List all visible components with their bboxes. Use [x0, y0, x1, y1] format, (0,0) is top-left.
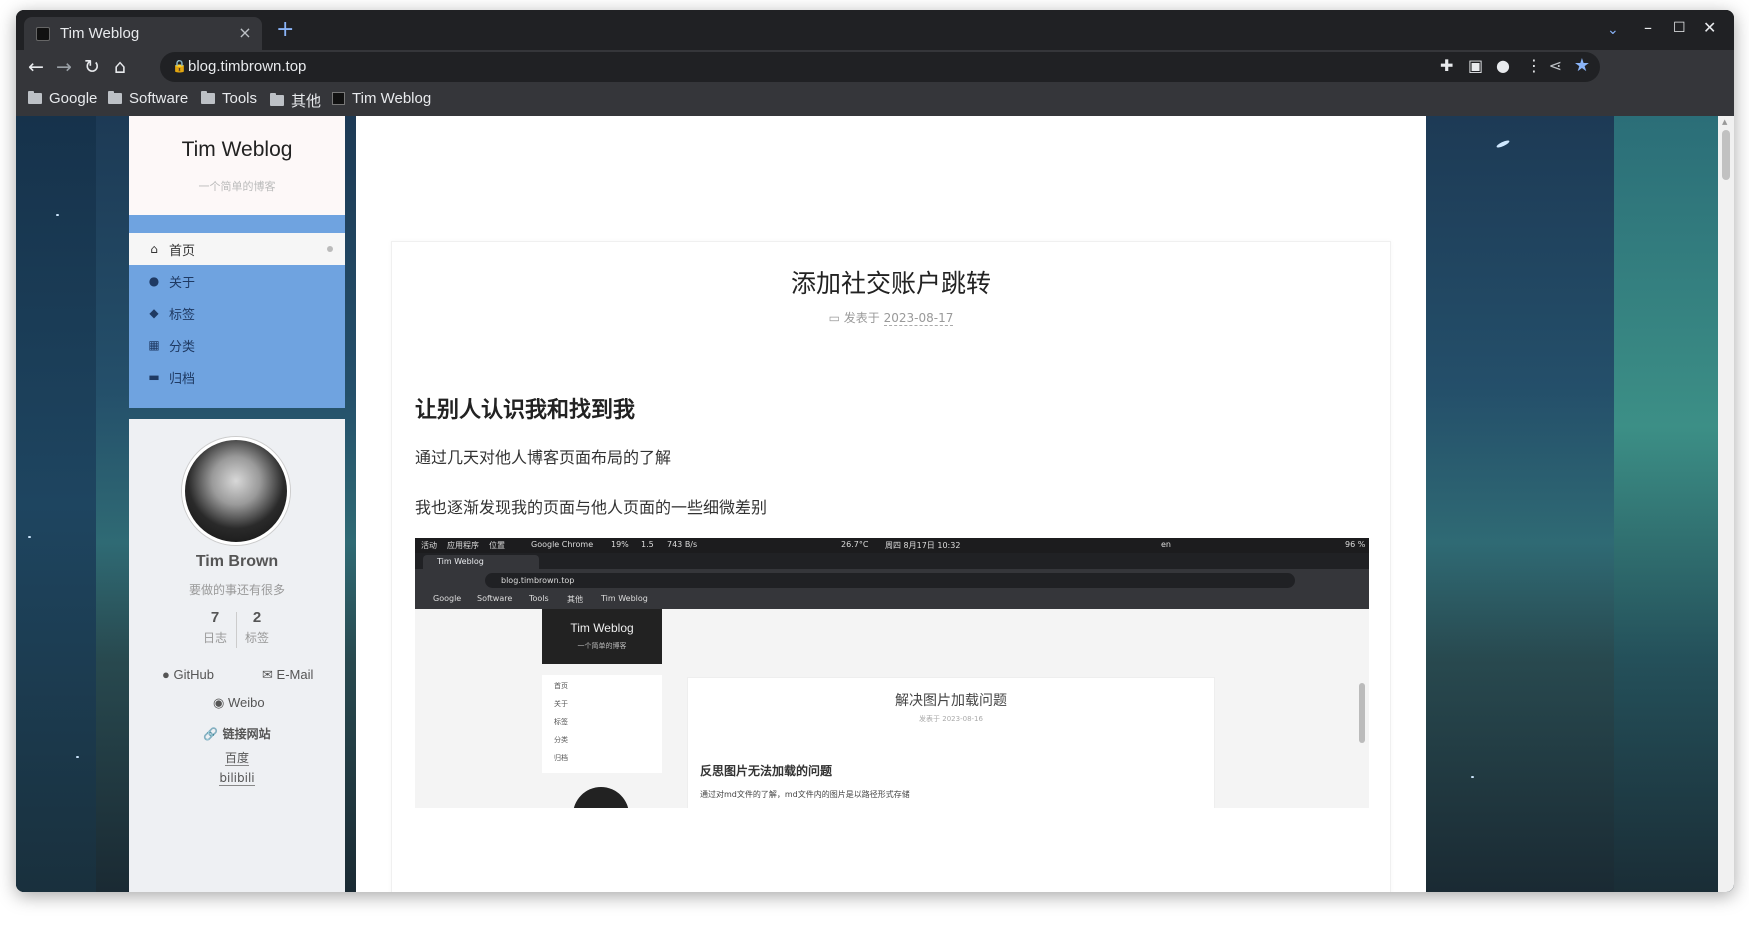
github-link[interactable]: ● GitHub [162, 667, 214, 682]
background-right [1614, 116, 1734, 892]
site-brand[interactable]: Tim Weblog 一个简单的博客 [129, 116, 345, 215]
image-toolbar: blog.timbrown.top [415, 569, 1369, 591]
profile-avatar-icon[interactable]: ● [1496, 56, 1510, 75]
tags-icon: ◆ [149, 306, 159, 320]
background-star [76, 756, 79, 758]
minimize-icon[interactable]: – [1644, 18, 1652, 37]
link-bilibili[interactable]: bilibili [129, 771, 345, 786]
post-paragraph: 我也逐渐发现我的页面与他人页面的一些细微差别 [415, 498, 768, 517]
site-subtitle: 一个简单的博客 [198, 180, 276, 193]
weibo-icon: ◉ [213, 695, 225, 710]
site-title[interactable]: Tim Weblog [129, 138, 345, 162]
post-article: 添加社交账户跳转 ▭ 发表于 2023-08-17 让别人认识我和找到我 通过几… [391, 241, 1391, 892]
favicon-icon [36, 27, 50, 41]
folder-icon [270, 93, 284, 106]
links-title: 🔗 链接网站 [203, 727, 271, 741]
grid-icon: ▦ [148, 338, 160, 352]
background-left [16, 116, 96, 892]
tab-close-icon[interactable]: × [236, 23, 254, 42]
home-icon[interactable]: ⌂ [108, 55, 132, 79]
reload-icon[interactable]: ↻ [80, 55, 104, 79]
share-icon[interactable]: ⋖ [1549, 56, 1562, 75]
mail-icon: ✉ [262, 667, 273, 682]
link-baidu[interactable]: 百度 [129, 749, 345, 766]
image-avatar [573, 787, 629, 808]
image-post: 解决图片加载问题 发表于 2023-08-16 反思图片无法加载的问题 通过对m… [687, 677, 1215, 808]
menu-item-home[interactable]: ⌂ 首页 [129, 233, 345, 265]
forward-icon[interactable]: → [52, 55, 76, 79]
image-site-brand: Tim Weblog 一个简单的博客 [542, 609, 662, 664]
bookmarks-bar: Google Software Tools 其他 Tim Weblog [16, 86, 1734, 116]
menu-item-archives[interactable]: ▬ 归档 [129, 361, 345, 393]
menu-item-categories[interactable]: ▦ 分类 [129, 329, 345, 361]
bookmark-other[interactable]: 其他 [270, 90, 321, 111]
post-heading: 让别人认识我和找到我 [415, 398, 636, 423]
new-tab-button[interactable]: + [276, 19, 294, 41]
extensions-icon[interactable]: ✚ [1440, 56, 1453, 75]
menu-item-about[interactable]: ● 关于 [129, 265, 345, 297]
archive-icon: ▬ [148, 370, 160, 384]
tab-title: Tim Weblog [60, 25, 140, 42]
close-window-icon[interactable]: ✕ [1703, 18, 1716, 37]
menu-kebab-icon[interactable]: ⋮ [1526, 56, 1542, 75]
email-link[interactable]: ✉ E-Mail [262, 667, 313, 683]
home-icon: ⌂ [150, 242, 158, 256]
active-dot [327, 246, 333, 252]
post-meta: ▭ 发表于 2023-08-17 [828, 311, 954, 326]
author-profile: Tim Brown 要做的事还有很多 7 日志 2 标签 ● GitHub ✉ … [129, 419, 345, 892]
post-title[interactable]: 添加社交账户跳转 [392, 264, 1390, 300]
scroll-up-icon[interactable]: ▲ [1722, 118, 1727, 126]
author-description: 要做的事还有很多 [188, 583, 285, 597]
tags-stat[interactable]: 2 标签 [227, 609, 287, 646]
tab-search-chevron-icon[interactable]: ⌄ [1607, 22, 1619, 38]
background-star [1471, 776, 1474, 778]
url-text[interactable]: blog.timbrown.top [188, 58, 306, 75]
bookmark-software[interactable]: Software [108, 90, 188, 107]
image-system-bar: 活动 应用程序 位置 Google Chrome 19% 1.5 743 B/s… [415, 538, 1369, 553]
menu-item-tags[interactable]: ◆ 标签 [129, 297, 345, 329]
bookmark-tim-weblog[interactable]: Tim Weblog [332, 90, 431, 107]
folder-icon [201, 91, 215, 104]
image-bookmarks: Google Software Tools 其他 Tim Weblog [415, 591, 1369, 609]
avatar [182, 437, 290, 545]
image-scrollbar [1359, 683, 1365, 743]
bookmark-tools[interactable]: Tools [201, 90, 257, 107]
bookmark-google[interactable]: Google [28, 90, 97, 107]
toolbar: ← → ↻ ⌂ 🔒 blog.timbrown.top ⋖ ★ ✚ ▣ ● ⋮ [16, 50, 1734, 86]
browser-window: Tim Weblog × + ⌄ – ☐ ✕ ← → ↻ ⌂ 🔒 blog.ti… [16, 10, 1734, 892]
favicon-icon [332, 92, 345, 105]
background-star [28, 536, 31, 538]
tab-strip: Tim Weblog × + ⌄ – ☐ ✕ [16, 10, 1734, 50]
background-star [1495, 139, 1511, 149]
folder-icon [108, 91, 122, 104]
user-icon: ● [148, 274, 160, 288]
address-bar[interactable]: 🔒 blog.timbrown.top ⋖ ★ [160, 52, 1600, 82]
folder-icon [28, 91, 42, 104]
sidebar-menu: ⌂ 首页 ● 关于 ◆ 标签 ▦ 分类 ▬ 归档 [129, 215, 345, 408]
github-icon: ● [162, 667, 170, 682]
back-icon[interactable]: ← [24, 55, 48, 79]
post-image: 活动 应用程序 位置 Google Chrome 19% 1.5 743 B/s… [415, 538, 1369, 808]
post-paragraph: 通过几天对他人博客页面布局的了解 [415, 448, 672, 467]
scrollbar-thumb[interactable] [1722, 130, 1730, 180]
calendar-icon: ▭ [828, 311, 840, 325]
image-menu: 首页 关于 标签 分类 归档 [542, 675, 662, 773]
weibo-link[interactable]: ◉ Weibo [213, 695, 265, 711]
background-star [56, 214, 59, 216]
image-page: Tim Weblog 一个简单的博客 首页 关于 标签 分类 归档 解决图片加载… [415, 609, 1369, 808]
author-name: Tim Brown [195, 553, 279, 570]
page-viewport: Tim Weblog 一个简单的博客 ⌂ 首页 ● 关于 ◆ 标签 ▦ 分类 ▬… [16, 116, 1734, 892]
maximize-icon[interactable]: ☐ [1673, 20, 1686, 36]
image-tab-strip: Tim Weblog [415, 553, 1369, 569]
side-panel-icon[interactable]: ▣ [1468, 56, 1483, 75]
lock-icon[interactable]: 🔒 [172, 59, 187, 73]
browser-tab[interactable]: Tim Weblog × [24, 17, 262, 50]
page-scrollbar[interactable]: ▲ [1718, 116, 1734, 892]
link-icon: 🔗 [203, 727, 219, 741]
post-date: 2023-08-17 [883, 311, 954, 326]
bookmark-star-icon[interactable]: ★ [1574, 55, 1590, 76]
